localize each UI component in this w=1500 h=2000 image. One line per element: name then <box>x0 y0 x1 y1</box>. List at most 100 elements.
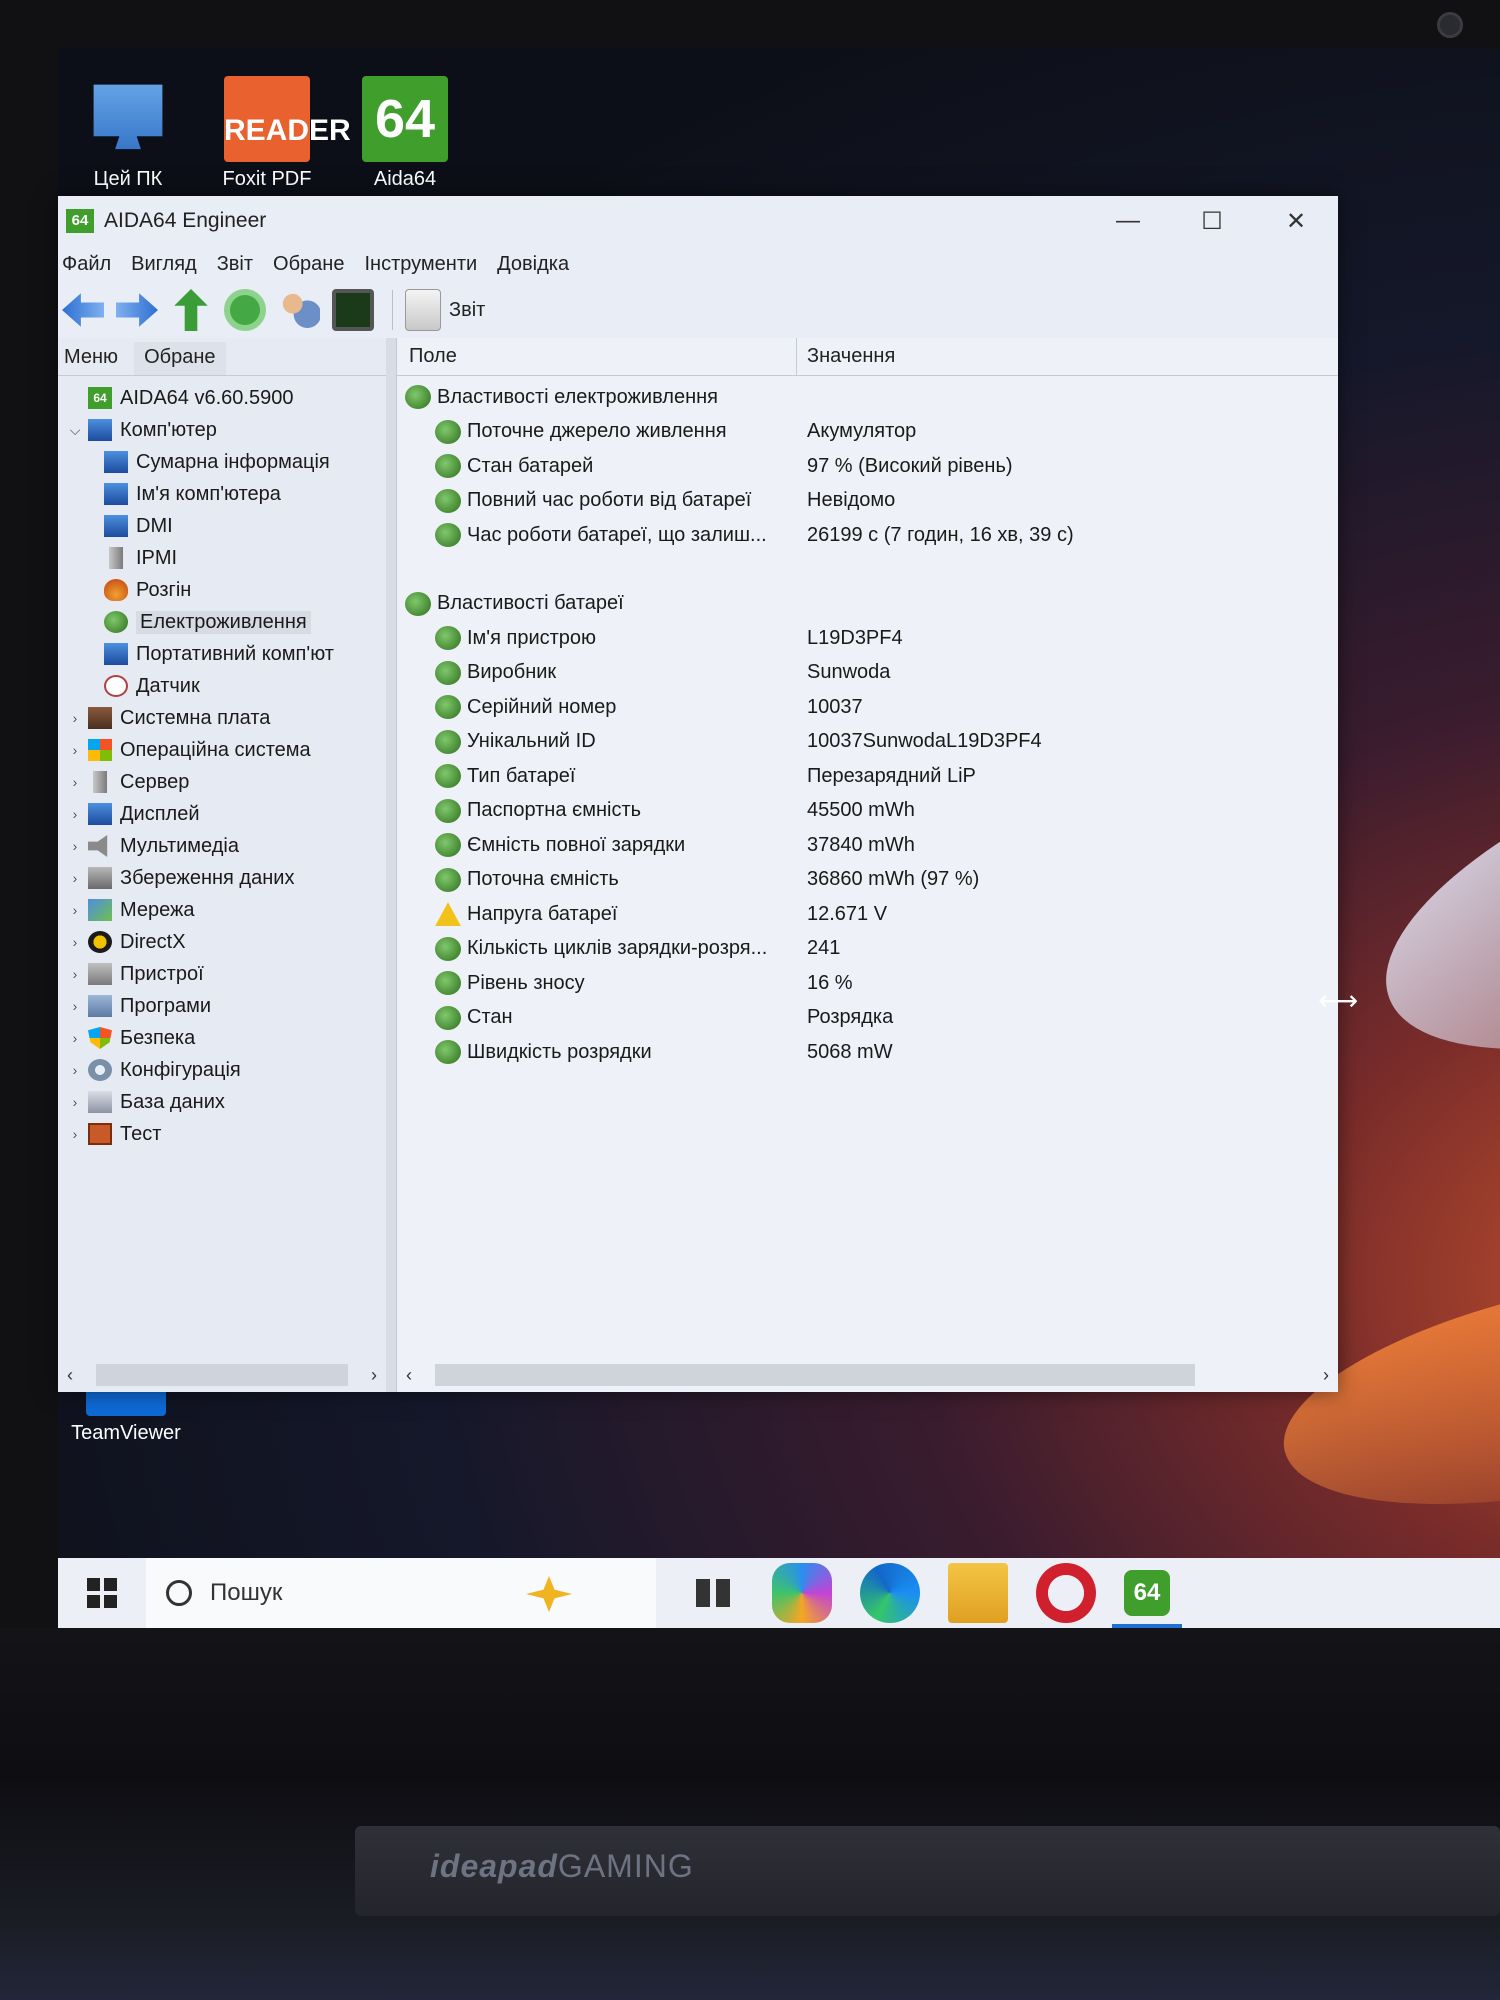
expand-arrow-icon[interactable]: › <box>66 806 84 822</box>
expand-arrow-icon[interactable]: › <box>66 838 84 854</box>
property-row[interactable]: Напруга батареї 12.671 V <box>397 897 1338 932</box>
tree-item[interactable]: ⌵ Комп'ютер <box>58 414 386 446</box>
taskbar-aida64[interactable]: 64 <box>1112 1570 1182 1628</box>
desktop-icon-this-pc[interactable]: Цей ПК <box>68 76 188 191</box>
menu-file[interactable]: Файл <box>62 253 111 276</box>
tree-item[interactable]: › Тест <box>58 1118 386 1150</box>
menu-favorites[interactable]: Обране <box>273 253 344 276</box>
tree-item[interactable]: › Сервер <box>58 766 386 798</box>
expand-arrow-icon[interactable]: ⌵ <box>66 422 84 439</box>
property-row[interactable]: Унікальний ID 10037SunwodaL19D3PF4 <box>397 725 1338 760</box>
property-row[interactable]: Поточна ємність 36860 mWh (97 %) <box>397 863 1338 898</box>
tree-item[interactable]: Портативний комп'ют <box>58 638 386 670</box>
report-button[interactable]: Звіт <box>449 299 485 322</box>
tree-item[interactable]: DMI <box>58 510 386 542</box>
tree-item[interactable]: › Мультимедіа <box>58 830 386 862</box>
back-arrow-icon[interactable] <box>62 293 104 327</box>
tree-item[interactable]: Сумарна інформація <box>58 446 386 478</box>
tree-item[interactable]: Розгін <box>58 574 386 606</box>
up-arrow-icon[interactable] <box>174 289 208 331</box>
edge-icon[interactable] <box>860 1563 920 1623</box>
property-row[interactable]: Час роботи батареї, що залиш... 26199 с (… <box>397 518 1338 553</box>
task-view-icon[interactable] <box>684 1563 744 1623</box>
menu-view[interactable]: Вигляд <box>131 253 197 276</box>
scroll-right-icon[interactable]: › <box>362 1365 386 1386</box>
property-row[interactable]: Тип батареї Перезарядний LiP <box>397 759 1338 794</box>
property-row[interactable]: Серійний номер 10037 <box>397 690 1338 725</box>
scrollbar-thumb[interactable] <box>435 1364 1195 1386</box>
section-header[interactable]: Властивості батареї <box>397 587 1338 622</box>
right-horizontal-scrollbar[interactable]: ‹ › <box>397 1358 1338 1392</box>
property-row[interactable]: Рівень зносу 16 % <box>397 966 1338 1001</box>
tree-item[interactable]: › Мережа <box>58 894 386 926</box>
expand-arrow-icon[interactable]: › <box>66 742 84 758</box>
menu-tools[interactable]: Інструменти <box>364 253 477 276</box>
property-row[interactable]: Стан батарей 97 % (Високий рівень) <box>397 449 1338 484</box>
tree-item[interactable]: › Дисплей <box>58 798 386 830</box>
property-row[interactable]: Повний час роботи від батареї Невідомо <box>397 484 1338 519</box>
section-header[interactable]: Властивості електроживлення <box>397 380 1338 415</box>
property-row[interactable]: Виробник Sunwoda <box>397 656 1338 691</box>
forward-arrow-icon[interactable] <box>116 293 158 327</box>
menu-report[interactable]: Звіт <box>217 253 253 276</box>
maximize-button[interactable]: ☐ <box>1170 196 1254 246</box>
expand-arrow-icon[interactable]: › <box>66 1094 84 1110</box>
tree-item[interactable]: › DirectX <box>58 926 386 958</box>
property-row[interactable]: Ім'я пристрою L19D3PF4 <box>397 621 1338 656</box>
expand-arrow-icon[interactable]: › <box>66 774 84 790</box>
property-row[interactable]: Швидкість розрядки 5068 mW <box>397 1035 1338 1070</box>
tree-item[interactable]: 64 AIDA64 v6.60.5900 <box>58 382 386 414</box>
expand-arrow-icon[interactable]: › <box>66 966 84 982</box>
property-row[interactable]: Паспортна ємність 45500 mWh <box>397 794 1338 829</box>
column-field[interactable]: Поле <box>397 338 797 375</box>
tree-item[interactable]: Датчик <box>58 670 386 702</box>
scroll-left-icon[interactable]: ‹ <box>397 1365 421 1386</box>
desktop-icon-aida64[interactable]: 64 Aida64 <box>345 76 465 191</box>
expand-arrow-icon[interactable]: › <box>66 710 84 726</box>
property-row[interactable]: Поточне джерело живлення Акумулятор <box>397 415 1338 450</box>
property-row[interactable]: Стан Розрядка <box>397 1001 1338 1036</box>
tree-item[interactable]: › Пристрої <box>58 958 386 990</box>
expand-arrow-icon[interactable]: › <box>66 998 84 1014</box>
desktop-icon-teamviewer[interactable]: TeamViewer <box>66 1386 186 1445</box>
file-explorer-icon[interactable] <box>948 1563 1008 1623</box>
column-value[interactable]: Значення <box>797 345 895 368</box>
tree-item[interactable]: › Збереження даних <box>58 862 386 894</box>
tree-item[interactable]: › Системна плата <box>58 702 386 734</box>
tree-item[interactable]: Ім'я комп'ютера <box>58 478 386 510</box>
menu-help[interactable]: Довідка <box>497 253 569 276</box>
title-bar[interactable]: 64 AIDA64 Engineer — ☐ ✕ <box>58 196 1338 246</box>
desktop-icon-foxit[interactable]: READER Foxit PDF <box>207 76 351 191</box>
tree-item[interactable]: › Безпека <box>58 1022 386 1054</box>
tree-item[interactable]: › Програми <box>58 990 386 1022</box>
copilot-icon[interactable] <box>772 1563 832 1623</box>
scroll-right-icon[interactable]: › <box>1314 1365 1338 1386</box>
left-horizontal-scrollbar[interactable]: ‹ › <box>58 1358 386 1392</box>
tree-item[interactable]: Електроживлення <box>58 606 386 638</box>
tree-item[interactable]: › База даних <box>58 1086 386 1118</box>
scroll-left-icon[interactable]: ‹ <box>58 1365 82 1386</box>
close-button[interactable]: ✕ <box>1254 196 1338 246</box>
tree-item[interactable]: › Конфігурація <box>58 1054 386 1086</box>
tab-favorites[interactable]: Обране <box>134 342 226 375</box>
expand-arrow-icon[interactable]: › <box>66 1062 84 1078</box>
start-button[interactable] <box>58 1558 146 1628</box>
expand-arrow-icon[interactable]: › <box>66 902 84 918</box>
report-icon[interactable] <box>405 289 441 331</box>
minimize-button[interactable]: — <box>1086 196 1170 246</box>
scrollbar-thumb[interactable] <box>96 1364 348 1386</box>
users-icon[interactable] <box>278 289 320 331</box>
taskbar-search[interactable]: Пошук <box>146 1558 656 1628</box>
property-row[interactable]: Ємність повної зарядки 37840 mWh <box>397 828 1338 863</box>
expand-arrow-icon[interactable]: › <box>66 1030 84 1046</box>
opera-icon[interactable] <box>1036 1563 1096 1623</box>
expand-arrow-icon[interactable]: › <box>66 1126 84 1142</box>
refresh-icon[interactable] <box>224 289 266 331</box>
tree-item[interactable]: › Операційна система <box>58 734 386 766</box>
tab-menu[interactable]: Меню <box>58 346 128 375</box>
tree-item[interactable]: IPMI <box>58 542 386 574</box>
expand-arrow-icon[interactable]: › <box>66 934 84 950</box>
monitor-icon[interactable] <box>332 289 374 331</box>
property-row[interactable]: Кількість циклів зарядки-розря... 241 <box>397 932 1338 967</box>
expand-arrow-icon[interactable]: › <box>66 870 84 886</box>
